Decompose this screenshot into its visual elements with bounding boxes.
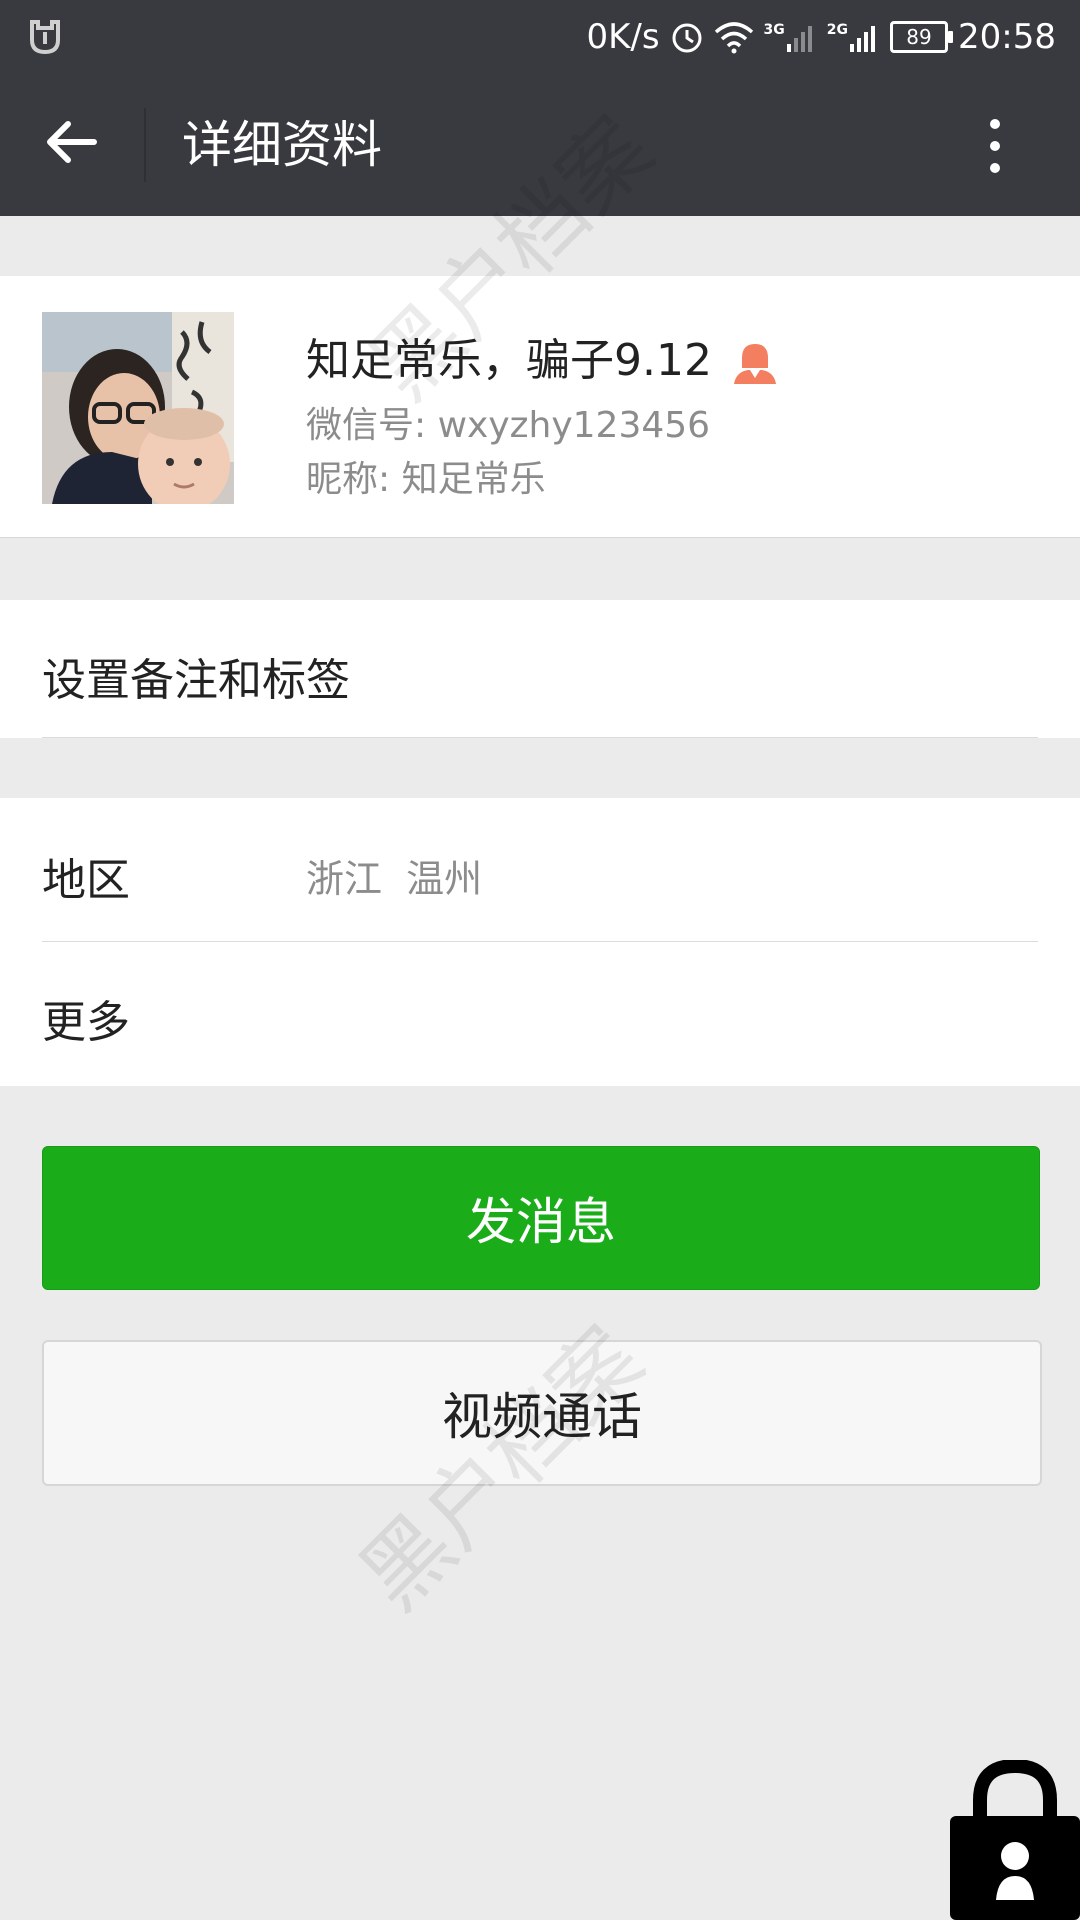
signal-3g-icon xyxy=(786,26,812,52)
network-2g-label: 2G xyxy=(826,22,849,38)
battery-level: 89 xyxy=(906,25,932,49)
alarm-icon xyxy=(672,23,702,53)
video-call-button[interactable]: 视频通话 xyxy=(42,1340,1042,1486)
header-divider xyxy=(144,108,146,182)
avatar[interactable] xyxy=(42,312,234,504)
divider xyxy=(0,537,1080,538)
lock-icon[interactable] xyxy=(950,1760,1080,1920)
page-title: 详细资料 xyxy=(182,116,382,174)
signal-2g-icon xyxy=(850,26,876,52)
region-label: 地区 xyxy=(42,855,130,906)
wechat-id: 微信号: wxyzhy123456 xyxy=(306,405,711,446)
more-row[interactable]: 更多 xyxy=(0,942,1080,1086)
female-icon xyxy=(733,344,776,384)
avatar-image xyxy=(42,312,234,504)
region-value: 浙江 温州 xyxy=(306,857,483,901)
profile-card: 知足常乐，骗子9.12 微信号: wxyzhy123456 昵称: 知足常乐 xyxy=(0,276,1080,538)
back-arrow-icon[interactable] xyxy=(44,114,100,170)
app-bar: 详细资料 xyxy=(0,74,1080,216)
status-bar: 0K/s 3G 2G 89 20:58 xyxy=(0,0,1080,74)
wifi-icon xyxy=(714,22,753,54)
display-name-text: 知足常乐，骗子9.12 xyxy=(306,335,712,386)
display-name: 知足常乐，骗子9.12 xyxy=(306,324,778,388)
send-message-button[interactable]: 发消息 xyxy=(42,1146,1040,1290)
network-3g-label: 3G xyxy=(763,22,785,38)
set-remark-row[interactable]: 设置备注和标签 xyxy=(0,600,1080,738)
nickname: 昵称: 知足常乐 xyxy=(306,459,546,500)
set-remark-label: 设置备注和标签 xyxy=(42,655,350,706)
more-label: 更多 xyxy=(42,997,130,1048)
region-row: 地区 浙江 温州 xyxy=(0,798,1080,942)
clock: 20:58 xyxy=(958,17,1056,57)
more-vertical-icon[interactable] xyxy=(980,114,1010,178)
divider xyxy=(42,737,1038,738)
battery-icon: 89 xyxy=(890,21,954,53)
notification-icon xyxy=(30,20,60,54)
network-speed: 0K/s xyxy=(586,17,660,57)
info-section: 地区 浙江 温州 更多 xyxy=(0,798,1080,1086)
